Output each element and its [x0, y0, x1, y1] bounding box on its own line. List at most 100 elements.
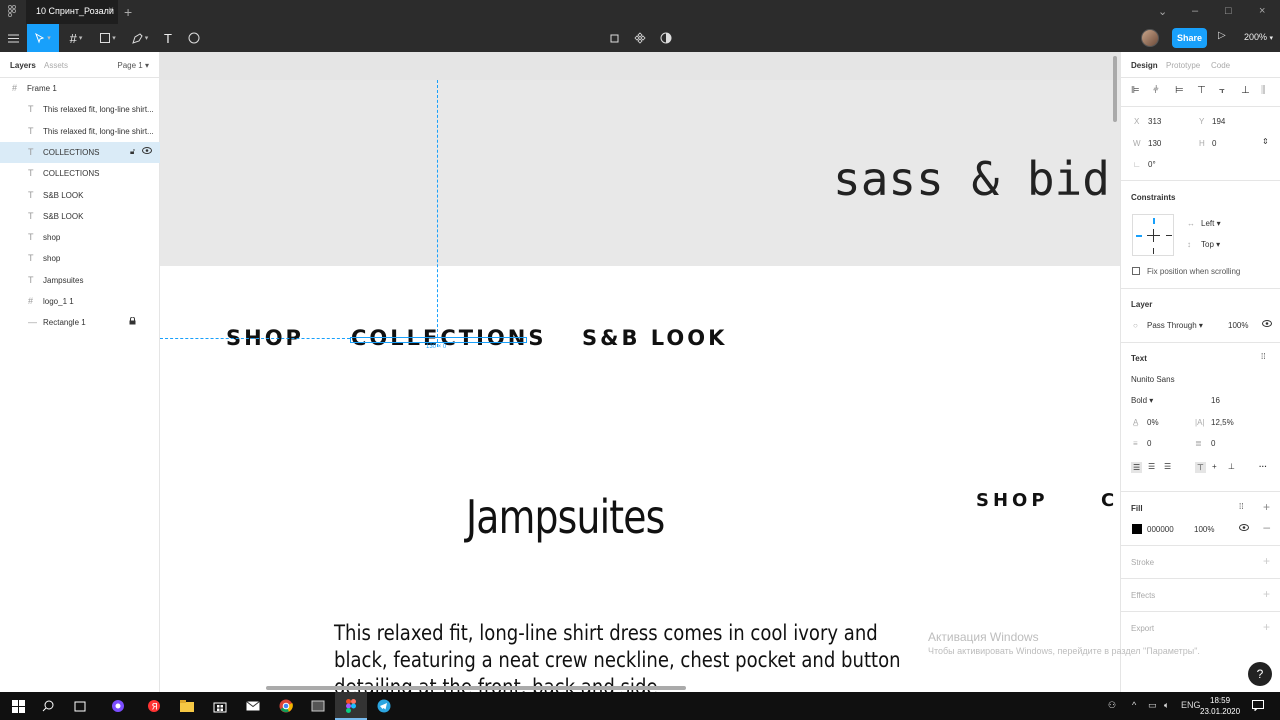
fill-color-swatch[interactable]	[1132, 524, 1142, 534]
fill-styles-icon[interactable]: ⁞⁞	[1239, 502, 1243, 511]
volume-icon[interactable]: 🔈︎	[1164, 700, 1169, 711]
text-align-center-icon[interactable]: ☰	[1148, 462, 1155, 471]
fill-opacity-input[interactable]: 100%	[1194, 525, 1214, 534]
visibility-eye-icon[interactable]	[142, 146, 152, 156]
logo-text[interactable]: sass & bid	[833, 152, 1110, 206]
language-indicator[interactable]: ENG	[1181, 700, 1201, 710]
tab-layers[interactable]: Layers	[10, 61, 36, 70]
crop-button[interactable]	[604, 24, 624, 52]
frame-1[interactable]: sass & bid SHOP COLLECTIONS S&B LOOK SHO…	[160, 80, 1120, 692]
task-view-icon[interactable]	[72, 698, 88, 714]
text-align-middle-icon[interactable]: +	[1212, 462, 1217, 471]
distribute-icon[interactable]: ⫼	[1261, 85, 1266, 96]
align-center-h-icon[interactable]: ⫩	[1153, 85, 1159, 96]
w-input[interactable]: 130	[1148, 139, 1161, 148]
layer-opacity-input[interactable]: 100%	[1228, 321, 1248, 330]
paragraph-indent-input[interactable]: 0	[1211, 439, 1215, 448]
file-tab[interactable]: 10 Спринт_Розали ×	[26, 0, 118, 24]
tab-design[interactable]: Design	[1131, 61, 1158, 70]
more-options-icon[interactable]: ···	[1259, 462, 1267, 471]
file-explorer-icon[interactable]	[179, 698, 195, 714]
text-align-bottom-icon[interactable]: ⊥	[1228, 462, 1235, 471]
pen-tool-button[interactable]: ▾	[126, 24, 154, 52]
page-selector[interactable]: Page 1 ▾	[117, 61, 149, 70]
line-height-input[interactable]: 12,5%	[1211, 418, 1234, 427]
alice-assistant-icon[interactable]	[110, 698, 126, 714]
layer-row[interactable]: T COLLECTIONS	[0, 163, 160, 184]
x-input[interactable]: 313	[1148, 117, 1161, 126]
constraint-vertical-select[interactable]: Top ▾	[1201, 240, 1220, 249]
unlock-icon[interactable]: 🔓︎	[130, 147, 135, 157]
yandex-browser-icon[interactable]: Я	[146, 698, 162, 714]
text-tool-button[interactable]: T	[158, 24, 178, 52]
layer-row[interactable]: Tshop	[0, 248, 160, 269]
constraint-horizontal-select[interactable]: Left ▾	[1201, 219, 1221, 228]
layer-row[interactable]: Tshop	[0, 227, 160, 248]
main-menu-icon[interactable]	[0, 24, 26, 52]
nav-shop-secondary[interactable]: SHOP	[976, 490, 1049, 511]
help-button[interactable]: ?	[1248, 662, 1272, 686]
blend-mode-select[interactable]: Pass Through ▾	[1147, 321, 1203, 330]
text-align-right-icon[interactable]: ☰	[1164, 462, 1171, 471]
font-weight-select[interactable]: Bold ▾	[1131, 396, 1153, 405]
mail-icon[interactable]	[245, 698, 261, 714]
fill-visibility-icon[interactable]	[1239, 524, 1249, 533]
constrain-proportions-icon[interactable]: ⇕	[1262, 137, 1269, 146]
align-top-icon[interactable]: ⊤	[1197, 85, 1206, 96]
add-effect-icon[interactable]: +	[1263, 587, 1270, 601]
align-center-v-icon[interactable]: ⫟	[1219, 85, 1225, 96]
layer-row[interactable]: T This relaxed fit, long-line shirt...	[0, 121, 160, 142]
tray-chevron-icon[interactable]: ^	[1132, 700, 1136, 710]
nav-collections-secondary[interactable]: C	[1101, 490, 1118, 511]
chrome-icon[interactable]	[278, 698, 294, 714]
network-icon[interactable]: ▭	[1148, 700, 1157, 711]
chevron-down-icon[interactable]: ⌄	[1158, 5, 1167, 18]
canvas[interactable]: sass & bid SHOP COLLECTIONS S&B LOOK SHO…	[160, 52, 1120, 692]
figma-app-icon[interactable]	[343, 698, 359, 714]
frame-tool-button[interactable]: # ▾	[62, 24, 90, 52]
add-export-icon[interactable]: +	[1263, 620, 1270, 634]
figma-menu-icon[interactable]	[7, 4, 18, 19]
align-bottom-icon[interactable]: ⊥	[1241, 85, 1250, 96]
lock-icon[interactable]	[129, 316, 136, 327]
layer-row[interactable]: T This relaxed fit, long-line shirt...	[0, 99, 160, 120]
heading-jampsuites[interactable]: Jampsuites	[466, 490, 665, 544]
component-button[interactable]	[630, 24, 650, 52]
text-align-top-icon[interactable]: ⊤	[1195, 462, 1206, 473]
horizontal-scrollbar[interactable]	[266, 686, 686, 690]
layer-row[interactable]: T S&B LOOK	[0, 185, 160, 206]
h-input[interactable]: 0	[1212, 139, 1216, 148]
tab-prototype[interactable]: Prototype	[1166, 61, 1200, 70]
layer-row[interactable]: — Rectangle 1	[0, 312, 160, 333]
text-align-left-icon[interactable]: ☰	[1131, 462, 1143, 473]
layer-row[interactable]: T S&B LOOK	[0, 206, 160, 227]
contrast-button[interactable]	[656, 24, 676, 52]
system-clock[interactable]: 18:59 23.01.2020	[1200, 695, 1240, 717]
people-icon[interactable]: ⚇	[1108, 700, 1116, 711]
vertical-scrollbar[interactable]	[1113, 56, 1117, 122]
fix-position-checkbox[interactable]	[1132, 267, 1140, 275]
comment-tool-button[interactable]	[184, 24, 204, 52]
font-size-input[interactable]: 16	[1211, 396, 1220, 405]
rotation-input[interactable]: 0°	[1148, 160, 1156, 169]
product-description[interactable]: This relaxed fit, long-line shirt dress …	[334, 620, 927, 692]
tab-assets[interactable]: Assets	[44, 61, 68, 70]
avatar[interactable]	[1141, 29, 1159, 47]
y-input[interactable]: 194	[1212, 117, 1225, 126]
font-family-select[interactable]: Nunito Sans	[1131, 375, 1175, 384]
layer-row[interactable]: # logo_1 1	[0, 291, 160, 312]
paragraph-spacing-input[interactable]: 0	[1147, 439, 1151, 448]
constraints-widget[interactable]	[1132, 214, 1174, 256]
remove-fill-icon[interactable]: –	[1263, 520, 1270, 534]
move-tool-button[interactable]: ▾	[27, 24, 59, 52]
windows-start-icon[interactable]	[10, 698, 26, 714]
notifications-icon[interactable]	[1252, 700, 1264, 713]
tab-code[interactable]: Code	[1211, 61, 1230, 70]
selection-box[interactable]	[350, 337, 527, 343]
store-icon[interactable]	[212, 698, 228, 714]
share-button[interactable]: Share	[1172, 28, 1207, 48]
present-play-icon[interactable]: ▷	[1218, 30, 1226, 41]
zoom-dropdown[interactable]: 200% ▾	[1244, 32, 1273, 42]
search-icon[interactable]	[40, 698, 56, 714]
shape-tool-button[interactable]: ▾	[94, 24, 122, 52]
